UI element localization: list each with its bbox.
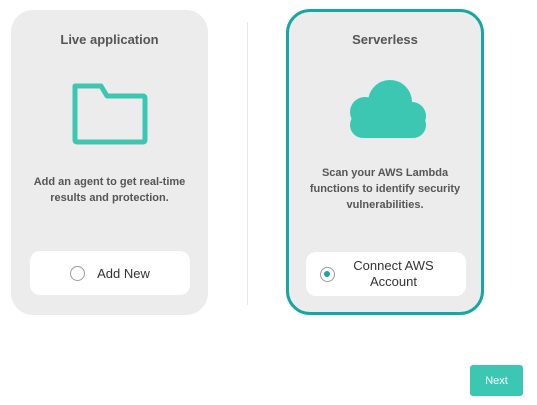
card-description: Add an agent to get real-time results an…	[33, 176, 186, 204]
connect-aws-account-option[interactable]: Connect AWS Account	[306, 252, 466, 296]
divider	[247, 22, 248, 305]
add-new-option[interactable]: Add New	[30, 251, 190, 295]
cloud-icon	[350, 80, 426, 138]
next-button[interactable]: Next	[470, 365, 523, 396]
folder-icon	[72, 83, 147, 145]
card-title: Serverless	[352, 32, 418, 47]
card-serverless[interactable]: Serverless Scan your AWS Lambda function…	[286, 9, 484, 315]
card-title: Live application	[60, 32, 159, 47]
radio-selected-icon[interactable]	[320, 266, 335, 282]
option-label: Connect AWS Account	[353, 258, 434, 289]
card-live-application[interactable]: Live application Add an agent to get rea…	[11, 10, 208, 315]
app-type-selection: Live application Add an agent to get rea…	[0, 0, 537, 405]
radio-unselected-icon[interactable]	[70, 265, 86, 281]
option-label: Add New	[97, 265, 150, 281]
card-description: Scan your AWS Lambda functions to identi…	[309, 167, 461, 211]
